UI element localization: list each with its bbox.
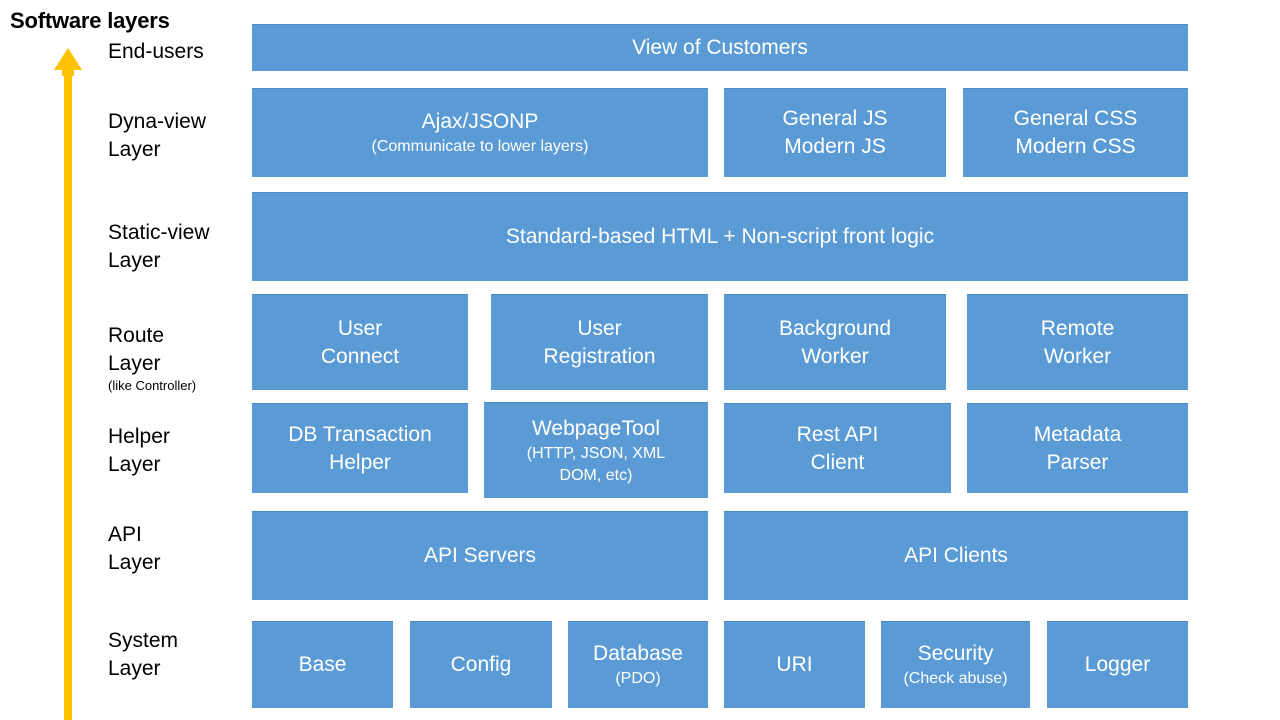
node-title: URI (776, 653, 813, 676)
arrow-up-icon (54, 48, 82, 720)
layer-node-box[interactable]: API Clients (724, 511, 1188, 600)
node-subtitle: Registration (543, 344, 656, 368)
layer-node-box[interactable]: User Registration (491, 294, 708, 390)
node-title: Remote (1040, 316, 1115, 340)
layer-node-box[interactable]: Logger (1047, 621, 1188, 708)
node-title: Base (298, 653, 347, 676)
node-title: Metadata (1033, 422, 1122, 446)
layer-label: API Layer (108, 521, 161, 577)
layer-node-box[interactable]: Background Worker (724, 294, 946, 390)
node-title: WebpageTool (531, 416, 661, 440)
layer-node-box[interactable]: Remote Worker (967, 294, 1188, 390)
node-title: Background (778, 316, 892, 340)
layer-node-box[interactable]: API Servers (252, 511, 708, 600)
software-layers-diagram: Software layers End-users Dyna-view Layer… (0, 0, 1280, 720)
layer-label-text: End-users (108, 40, 204, 63)
node-title: Rest API (796, 422, 879, 446)
node-subtitle: Modern CSS (1015, 135, 1136, 158)
node-title: Database (593, 642, 683, 665)
page-title: Software layers (10, 8, 170, 33)
node-title: DB Transaction (288, 422, 432, 446)
node-subtitle: (HTTP, JSON, XML (526, 444, 666, 462)
layer-label-text: Dyna-view Layer (108, 110, 207, 161)
layer-label: Dyna-view Layer (108, 108, 206, 164)
layer-label: End-users (108, 38, 204, 66)
layer-label-text: System Layer (108, 629, 179, 680)
node-subtitle: Modern JS (784, 135, 886, 158)
node-title: API Servers (423, 544, 537, 567)
layer-node-box[interactable]: User Connect (252, 294, 468, 390)
node-title: General JS (782, 107, 888, 130)
node-title: User (577, 316, 622, 340)
node-subtitle: Connect (320, 344, 400, 368)
node-title: API Clients (904, 544, 1008, 567)
node-subtitle: Parser (1046, 450, 1109, 474)
node-subtitle: Client (810, 450, 865, 474)
node-title: Config (450, 653, 512, 676)
layer-node-box[interactable]: WebpageTool (HTTP, JSON, XML DOM, etc) (484, 402, 708, 498)
node-subtitle: Worker (801, 344, 869, 368)
layer-label: Helper Layer (108, 423, 170, 479)
layer-label-text: Route Layer (108, 324, 165, 375)
node-subtitle: (PDO) (615, 670, 661, 687)
layer-node-box[interactable]: Config (410, 621, 552, 708)
node-title: Logger (1084, 653, 1151, 676)
node-title: View of Customers (632, 36, 808, 59)
layer-sublabel-text: (like Controller) (108, 378, 197, 393)
layer-node-box[interactable]: View of Customers (252, 24, 1188, 71)
node-subtitle: (Check abuse) (903, 670, 1008, 687)
layer-node-box[interactable]: Ajax/JSONP (Communicate to lower layers) (252, 88, 708, 177)
layer-node-box[interactable]: Metadata Parser (967, 403, 1188, 493)
layer-node-box[interactable]: URI (724, 621, 865, 708)
layer-node-box[interactable]: DB Transaction Helper (252, 403, 468, 493)
node-subtitle: Worker (1043, 344, 1112, 368)
layer-node-box[interactable]: General CSS Modern CSS (963, 88, 1188, 177)
node-subtitle: DOM, etc) (559, 466, 633, 484)
layer-label-text: API Layer (108, 523, 161, 574)
layer-node-box[interactable]: Base (252, 621, 393, 708)
node-title: General CSS (1013, 107, 1138, 130)
node-title: Security (917, 642, 994, 665)
layer-node-box[interactable]: Standard-based HTML + Non-script front l… (252, 192, 1188, 281)
layer-node-box[interactable]: Database (PDO) (568, 621, 708, 708)
layer-label-text: Helper Layer (108, 425, 170, 476)
layer-label-text: Static-view Layer (108, 221, 210, 272)
node-title: Standard-based HTML + Non-script front l… (505, 225, 935, 248)
layer-node-box[interactable]: Security (Check abuse) (881, 621, 1030, 708)
layer-label: Route Layer (like Controller) (108, 322, 196, 394)
node-title: User (337, 316, 383, 340)
upward-flow-arrow (48, 46, 88, 720)
layer-node-box[interactable]: General JS Modern JS (724, 88, 946, 177)
node-subtitle: (Communicate to lower layers) (371, 138, 589, 155)
layer-label: System Layer (108, 627, 178, 683)
node-title: Ajax/JSONP (421, 110, 539, 133)
node-subtitle: Helper (329, 450, 391, 474)
layer-label: Static-view Layer (108, 219, 210, 275)
layer-node-box[interactable]: Rest API Client (724, 403, 951, 493)
